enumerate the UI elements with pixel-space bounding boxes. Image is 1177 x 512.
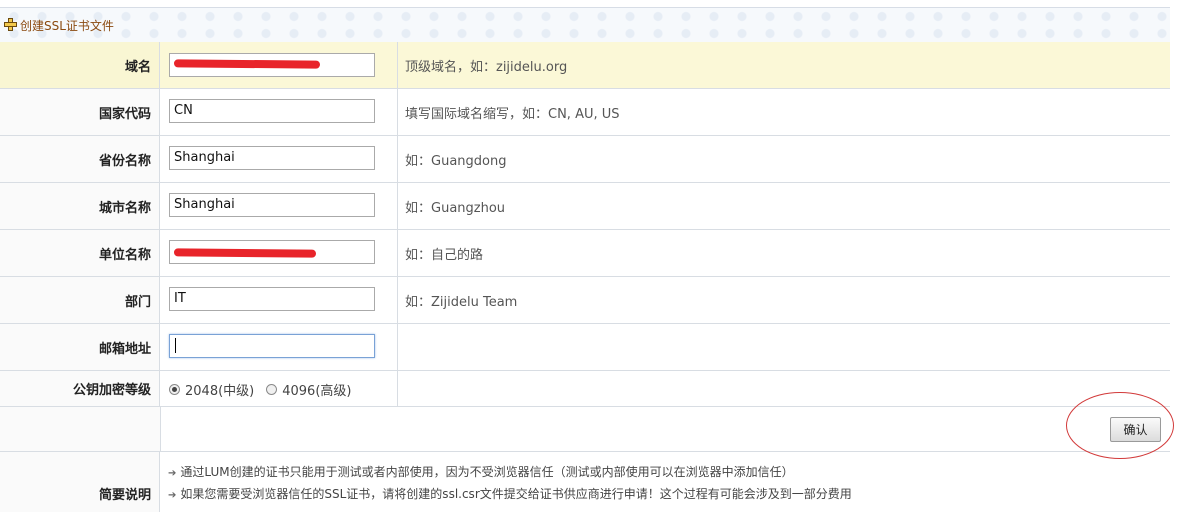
form-row-city: 城市名称 Shanghai 如：Guangzhou [0, 183, 1170, 230]
email-input[interactable] [169, 334, 375, 358]
form-row-department: 部门 IT 如：Zijidelu Team [0, 277, 1170, 324]
encryption-label: 公钥加密等级 [0, 371, 160, 406]
city-hint: 如：Guangzhou [405, 200, 506, 216]
department-label: 部门 [0, 277, 160, 323]
radio-2048-label[interactable]: 2048(中级) [185, 380, 254, 399]
form-row-email: 邮箱地址 [0, 324, 1170, 371]
department-hint: 如：Zijidelu Team [405, 294, 518, 310]
province-label: 省份名称 [0, 136, 160, 182]
organization-input[interactable] [169, 240, 375, 264]
organization-hint: 如：自己的路 [405, 247, 484, 263]
ssl-form: 域名 顶级域名，如：zijidelu.org 国家代码 CN 填写国际域名缩写，… [0, 42, 1170, 512]
country-field-cell: CN [161, 89, 398, 135]
form-row-encryption: 公钥加密等级 2048(中级) 4096(高级) [0, 371, 1170, 407]
province-field-cell: Shanghai [161, 136, 398, 182]
province-input[interactable]: Shanghai [169, 146, 375, 170]
summary-line-text: 通过LUM创建的证书只能用于测试或者内部使用，因为不受浏览器信任（测试或内部使用… [180, 465, 794, 479]
city-label: 城市名称 [0, 183, 160, 229]
organization-field-cell [161, 230, 398, 276]
province-hint: 如：Guangdong [405, 153, 507, 169]
email-label: 邮箱地址 [0, 324, 160, 370]
encryption-field-cell: 2048(中级) 4096(高级) [161, 371, 398, 406]
encryption-radio-group: 2048(中级) 4096(高级) [169, 380, 363, 399]
summary-line: ➔ 如果您需要受浏览器信任的SSL证书，请将创建的ssl.csr文件提交给证书供应… [168, 484, 852, 506]
domain-field-cell [161, 42, 398, 88]
radio-2048[interactable] [169, 384, 180, 395]
form-row-summary: 简要说明 ➔ 通过LUM创建的证书只能用于测试或者内部使用，因为不受浏览器信任（测… [0, 452, 1170, 512]
summary-lines: ➔ 通过LUM创建的证书只能用于测试或者内部使用，因为不受浏览器信任（测试或内部使… [168, 462, 852, 506]
email-field-cell [161, 324, 398, 370]
summary-line-text: 如果您需要受浏览器信任的SSL证书，请将创建的ssl.csr文件提交给证书供应商… [180, 487, 852, 501]
department-field-cell: IT [161, 277, 398, 323]
domain-label: 域名 [0, 42, 160, 88]
annotation-circle [1066, 392, 1174, 459]
summary-label-text: 简要说明 [98, 488, 151, 503]
summary-line: ➔ 通过LUM创建的证书只能用于测试或者内部使用，因为不受浏览器信任（测试或内部使… [168, 462, 852, 484]
summary-label: 简要说明 [0, 452, 160, 512]
country-input[interactable]: CN [169, 99, 375, 123]
panel-title: 创建SSL证书文件 [20, 19, 114, 33]
domain-input[interactable] [169, 53, 375, 77]
department-input[interactable]: IT [169, 287, 375, 311]
form-row-domain: 域名 顶级域名，如：zijidelu.org [0, 42, 1170, 89]
text-cursor [175, 338, 176, 353]
country-hint: 填写国际域名缩写，如：CN, AU, US [405, 106, 620, 122]
form-row-action: 确认 [0, 407, 1170, 452]
panel-header: 创建SSL证书文件 [0, 7, 1170, 43]
country-label: 国家代码 [0, 89, 160, 135]
arrow-right-icon: ➔ [168, 468, 177, 479]
domain-hint: 顶级域名，如：zijidelu.org [405, 59, 568, 75]
city-input[interactable]: Shanghai [169, 193, 375, 217]
form-row-organization: 单位名称 如：自己的路 [0, 230, 1170, 277]
redaction-mark [173, 248, 317, 258]
form-row-country: 国家代码 CN 填写国际域名缩写，如：CN, AU, US [0, 89, 1170, 136]
form-row-province: 省份名称 Shanghai 如：Guangdong [0, 136, 1170, 183]
arrow-right-icon: ➔ [168, 490, 177, 501]
radio-4096-label[interactable]: 4096(高级) [282, 380, 351, 399]
city-field-cell: Shanghai [161, 183, 398, 229]
plus-icon [4, 18, 17, 31]
organization-label: 单位名称 [0, 230, 160, 276]
radio-4096[interactable] [266, 384, 278, 395]
action-left-cell [0, 407, 161, 451]
redaction-mark [173, 59, 321, 69]
